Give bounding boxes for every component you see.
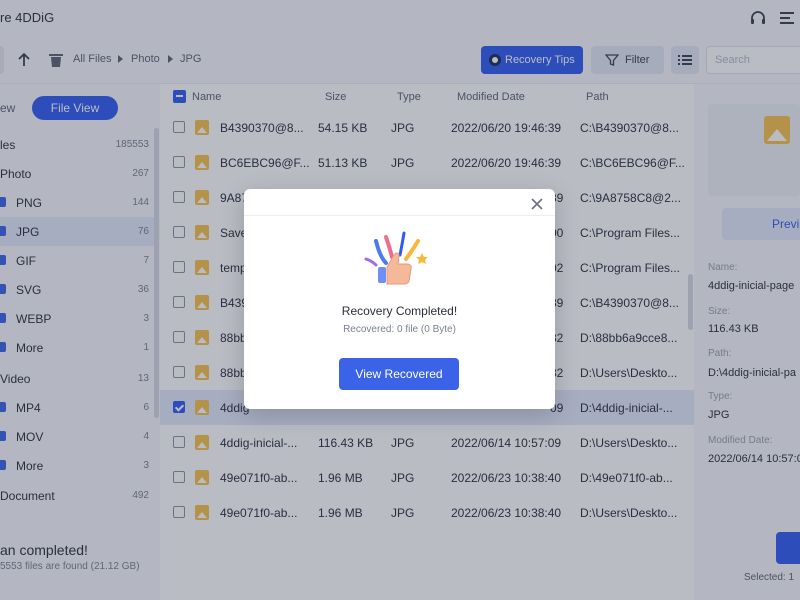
dialog-divider: [244, 215, 555, 216]
view-recovered-button[interactable]: View Recovered: [339, 358, 459, 390]
close-icon[interactable]: [530, 197, 544, 211]
dialog-title: Recovery Completed!: [341, 304, 458, 318]
thumbs-up-celebration-icon: [364, 231, 428, 285]
recovery-complete-dialog: Recovery Completed! Recovered: 0 file (0…: [244, 189, 555, 409]
dialog-subtitle: Recovered: 0 file (0 Byte): [343, 324, 456, 335]
